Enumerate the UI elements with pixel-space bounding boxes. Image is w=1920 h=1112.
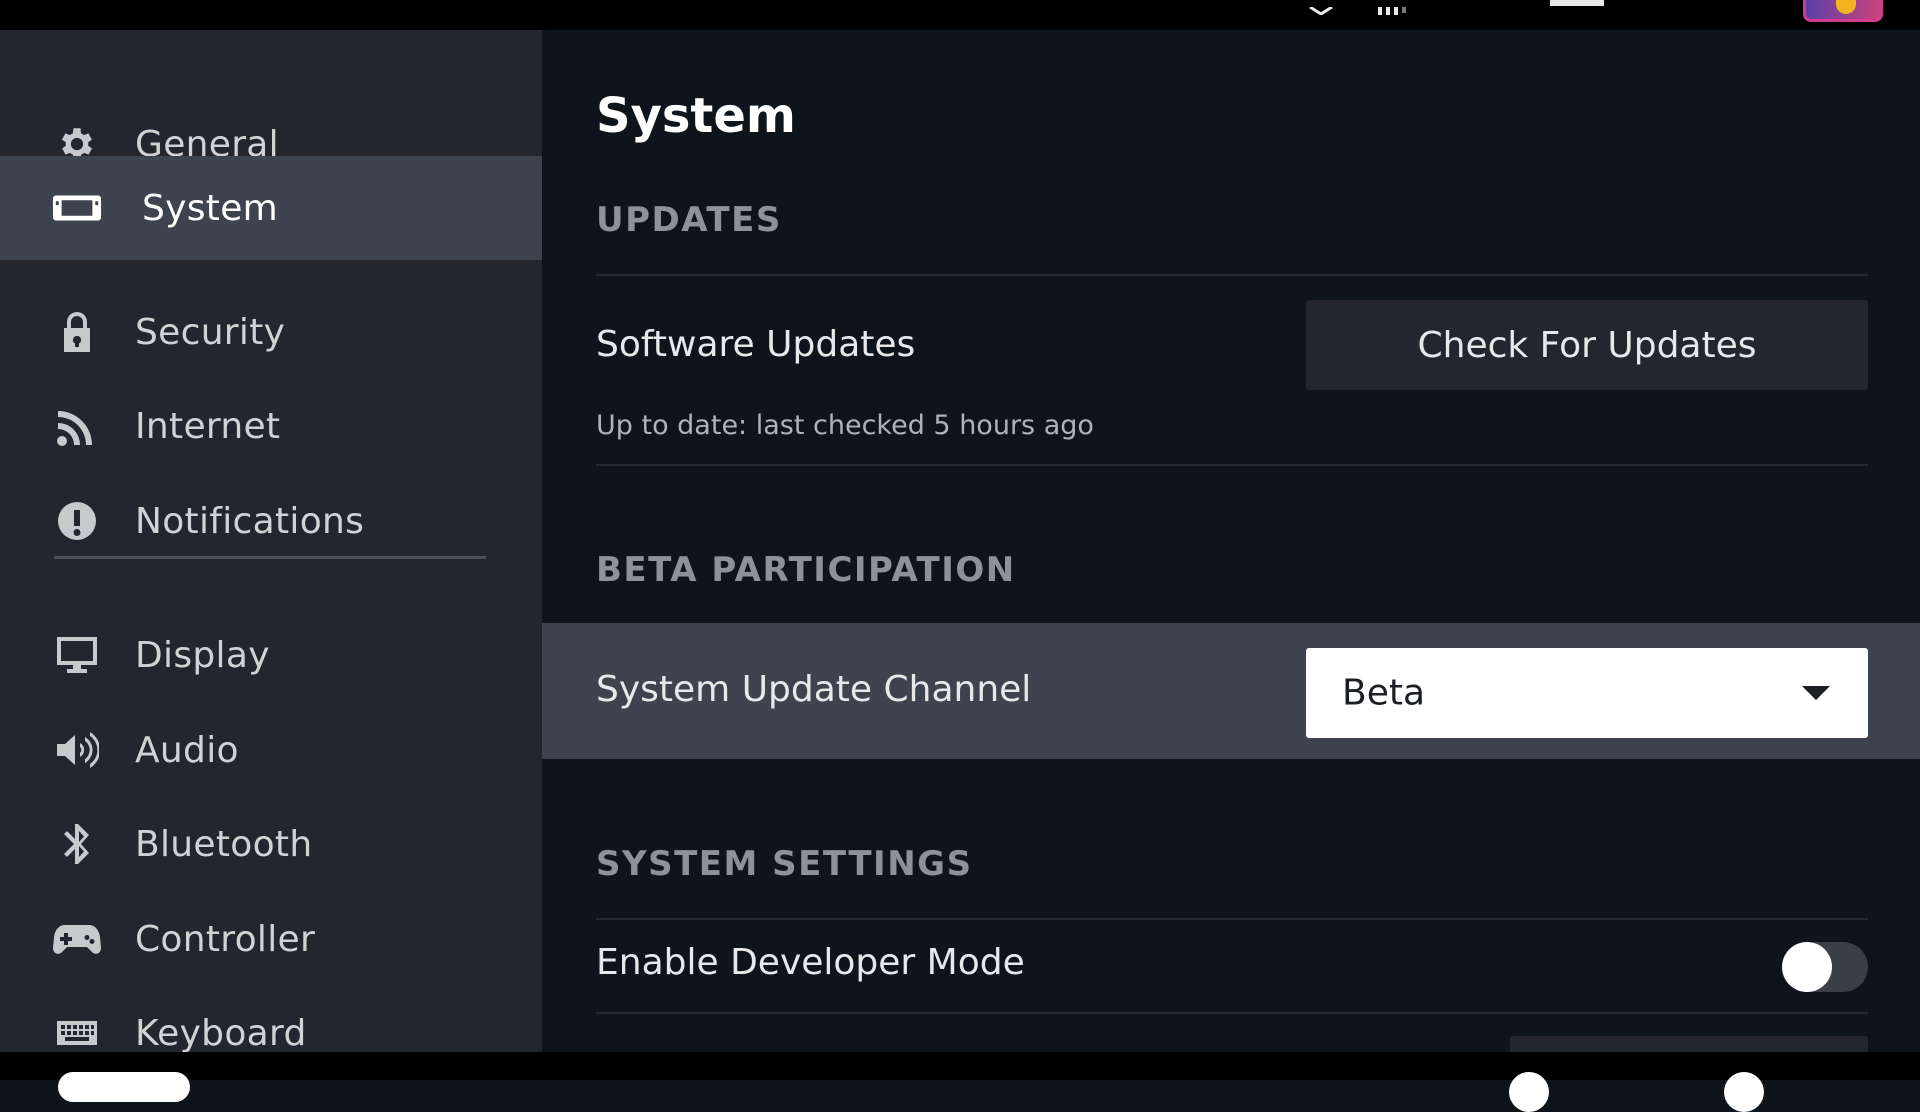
section-heading-system-settings: SYSTEM SETTINGS: [596, 844, 973, 884]
battery-icon: [1550, 0, 1604, 6]
update-channel-row[interactable]: System Update Channel Beta: [542, 623, 1920, 759]
monitor-icon: [52, 630, 102, 680]
sidebar-item-security[interactable]: Security: [0, 280, 542, 384]
wifi-signal-icon: [52, 401, 102, 451]
developer-mode-toggle[interactable]: [1782, 942, 1868, 992]
sidebar-item-system[interactable]: System: [0, 156, 542, 260]
sidebar-item-label: Display: [135, 634, 270, 676]
sidebar-item-audio[interactable]: Audio: [0, 698, 542, 802]
sidebar-item-display[interactable]: Display: [0, 603, 542, 707]
section-heading-updates: UPDATES: [596, 200, 782, 240]
divider: [596, 274, 1868, 276]
developer-mode-label: Enable Developer Mode: [596, 942, 1025, 983]
sidebar-item-bluetooth[interactable]: Bluetooth: [0, 792, 542, 896]
sidebar-item-label: Notifications: [135, 500, 365, 542]
page-title: System: [596, 88, 796, 144]
alert-circle-icon: [52, 496, 102, 546]
avatar[interactable]: [1803, 0, 1883, 22]
download-icon: [1308, 0, 1334, 16]
partial-button[interactable]: [1510, 1036, 1868, 1052]
sidebar-item-label: Internet: [135, 405, 281, 447]
gamepad-icon: [52, 914, 102, 964]
settings-content: System UPDATES Software Updates Check Fo…: [542, 30, 1920, 1052]
signal-icon: [1376, 0, 1416, 15]
bottom-bar: [0, 1052, 1920, 1112]
update-status-text: Up to date: last checked 5 hours ago: [596, 410, 1094, 441]
speaker-icon: [52, 725, 102, 775]
button-hint-icon: [1509, 1072, 1549, 1112]
divider: [596, 1012, 1868, 1014]
sidebar-item-label: Controller: [135, 918, 316, 960]
steam-button-hint: [58, 1072, 190, 1102]
lock-icon: [52, 307, 102, 357]
bluetooth-icon: [52, 819, 102, 869]
toggle-knob: [1782, 942, 1832, 992]
sidebar-item-internet[interactable]: Internet: [0, 374, 542, 478]
sidebar-item-label: System: [142, 187, 279, 229]
keyboard-icon: [52, 1008, 102, 1058]
sidebar-item-label: Keyboard: [135, 1012, 307, 1054]
sidebar-item-label: Bluetooth: [135, 823, 313, 865]
check-for-updates-button[interactable]: Check For Updates: [1306, 300, 1868, 390]
sidebar-item-label: Audio: [135, 729, 239, 771]
button-hint-icon: [1724, 1072, 1764, 1112]
divider: [596, 918, 1868, 920]
dropdown-value: Beta: [1342, 672, 1426, 714]
settings-sidebar: General System Security Internet Notific…: [0, 30, 542, 1054]
handheld-device-icon: [52, 183, 102, 233]
sidebar-divider: [54, 556, 486, 559]
divider: [596, 464, 1868, 466]
sidebar-item-controller[interactable]: Controller: [0, 887, 542, 991]
software-updates-label: Software Updates: [596, 324, 916, 365]
status-bar: [0, 0, 1920, 30]
update-channel-label: System Update Channel: [596, 669, 1032, 710]
section-heading-beta: BETA PARTICIPATION: [596, 550, 1016, 590]
update-channel-dropdown[interactable]: Beta: [1306, 648, 1868, 738]
sidebar-item-label: Security: [135, 311, 286, 353]
chevron-down-icon: [1802, 686, 1830, 700]
